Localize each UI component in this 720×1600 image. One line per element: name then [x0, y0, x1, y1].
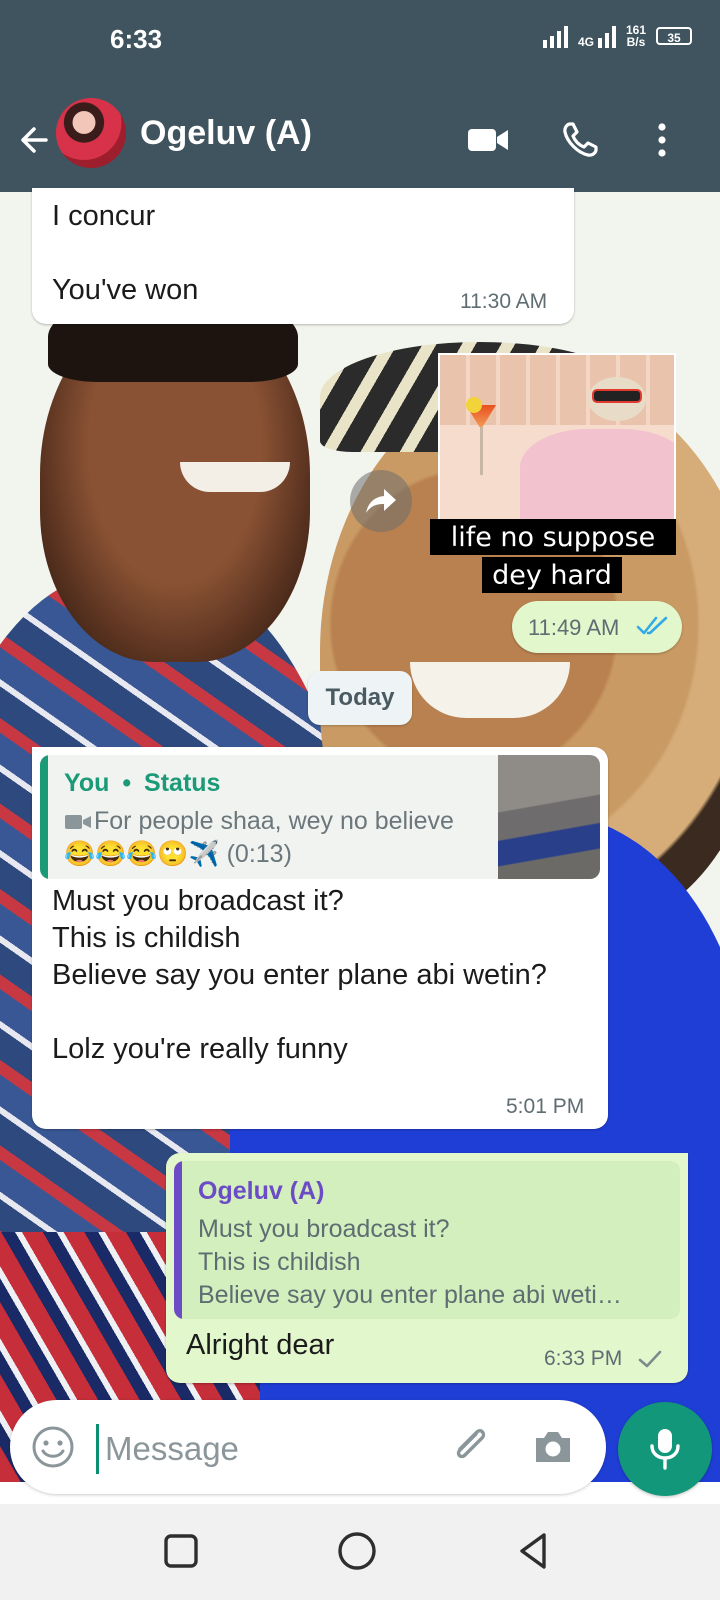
- status-thumbnail: [498, 755, 600, 879]
- recents-button[interactable]: [158, 1528, 204, 1574]
- read-receipt-icon: [636, 616, 668, 635]
- status-bar: 6:33 4G 161 B/s 35: [0, 0, 720, 88]
- sent-check-icon: [638, 1350, 662, 1368]
- back-button[interactable]: [12, 118, 56, 162]
- camera-icon: [536, 1432, 570, 1462]
- quote-bar: [40, 755, 48, 879]
- emoji-icon: [32, 1426, 74, 1468]
- signal-icon-2: [597, 24, 616, 48]
- camera-button[interactable]: [530, 1424, 576, 1470]
- message-time: 6:33 PM: [544, 1347, 623, 1370]
- status-quote[interactable]: You • Status For people shaa, wey no bel…: [40, 755, 600, 879]
- message-composer: [10, 1400, 606, 1494]
- forward-icon: [366, 489, 396, 513]
- back-arrow-icon: [21, 127, 48, 153]
- paperclip-icon: [456, 1429, 486, 1459]
- sticker-caption-line-2: dey hard: [482, 557, 622, 593]
- sticker-time-pill: 11:49 AM: [512, 601, 682, 653]
- sticker-image: [438, 353, 676, 523]
- sticker-caption-line-1: life no suppose: [430, 519, 676, 555]
- message-time: 5:01 PM: [506, 1095, 585, 1118]
- quote-bar: [174, 1161, 182, 1319]
- quoted-author: Ogeluv (A): [198, 1177, 325, 1205]
- quoted-message[interactable]: Ogeluv (A) Must you broadcast it? This i…: [174, 1161, 680, 1319]
- voice-call-button[interactable]: [556, 116, 604, 164]
- chat-screen: 6:33 4G 161 B/s 35 Ogeluv (A) I concur Y…: [0, 0, 720, 1600]
- message-incoming[interactable]: I concur You've won 11:30 AM: [32, 188, 574, 324]
- home-button[interactable]: [334, 1528, 380, 1574]
- microphone-icon: [650, 1429, 680, 1470]
- status-reply-message[interactable]: You • Status For people shaa, wey no bel…: [32, 747, 608, 1129]
- video-call-button[interactable]: [464, 116, 512, 164]
- emoji-button[interactable]: [30, 1424, 76, 1470]
- more-options-button[interactable]: [638, 116, 686, 164]
- system-nav-bar: [0, 1504, 720, 1600]
- reply-message-outgoing[interactable]: Ogeluv (A) Must you broadcast it? This i…: [166, 1153, 688, 1383]
- sticker-message[interactable]: life no suppose dey hard: [430, 353, 678, 593]
- status-quote-header: You • Status: [64, 769, 220, 798]
- avatar[interactable]: [56, 98, 126, 168]
- network-type: 4G: [577, 35, 594, 49]
- attach-button[interactable]: [446, 1422, 494, 1470]
- signal-icon: [542, 24, 568, 48]
- date-separator: Today: [308, 671, 412, 725]
- back-nav-button[interactable]: [512, 1528, 558, 1574]
- status-source: Status: [144, 769, 221, 797]
- voice-message-button[interactable]: [618, 1402, 712, 1496]
- status-time: 6:33: [110, 24, 163, 54]
- circle-icon: [338, 1532, 376, 1570]
- battery-icon: 35: [656, 27, 692, 45]
- contact-name[interactable]: Ogeluv (A): [140, 114, 312, 153]
- square-icon: [164, 1534, 198, 1568]
- phone-icon: [563, 122, 598, 157]
- status-author: You: [64, 769, 110, 797]
- more-vert-icon: [658, 123, 666, 157]
- video-call-icon: [468, 129, 508, 151]
- message-text: Alright dear: [186, 1329, 335, 1361]
- quoted-text: Must you broadcast it? This is childish …: [198, 1215, 622, 1309]
- status-separator: •: [122, 769, 132, 797]
- message-time: 11:30 AM: [460, 290, 548, 313]
- status-preview-text: For people shaa, wey no believe😂😂😂🙄✈️ (0…: [64, 807, 454, 868]
- triangle-back-icon: [520, 1533, 546, 1569]
- chat-header: Ogeluv (A): [0, 88, 720, 192]
- net-speed-unit: B/s: [626, 35, 646, 49]
- message-input[interactable]: [96, 1424, 447, 1474]
- forward-button[interactable]: [350, 470, 412, 532]
- message-text: Must you broadcast it? This is childish …: [52, 885, 547, 1065]
- message-time: 11:49 AM: [528, 615, 620, 640]
- network-speed: 161 B/s: [626, 24, 646, 48]
- status-icons: 4G 161 B/s 35: [542, 24, 692, 49]
